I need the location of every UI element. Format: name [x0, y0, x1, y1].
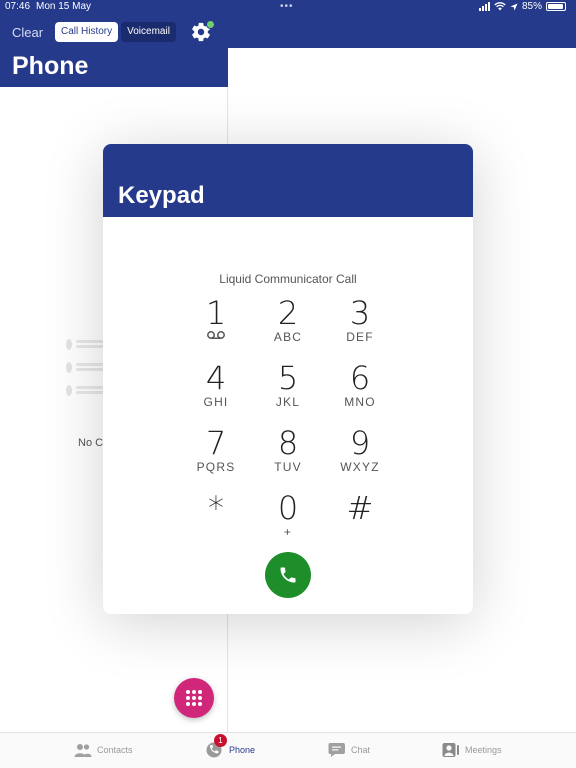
call-type-label: Liquid Communicator Call: [219, 272, 357, 286]
phone-notification-badge: 1: [214, 734, 227, 747]
wifi-icon: [494, 2, 506, 11]
multitasking-dots[interactable]: •••: [280, 1, 294, 12]
status-indicator-dot: [206, 20, 215, 29]
key-hash[interactable]: #: [324, 491, 396, 556]
status-bar-right: 85%: [478, 1, 566, 12]
key-5[interactable]: 5 JKL: [252, 361, 324, 426]
signal-icon: [478, 2, 490, 11]
voicemail-icon: [207, 331, 225, 339]
location-icon: [510, 3, 518, 10]
key-0[interactable]: 0 +: [252, 491, 324, 556]
phone-header: 07:46 Mon 15 May Clear Call History Voic…: [0, 0, 228, 87]
contacts-icon: [74, 744, 92, 757]
segment-call-history[interactable]: Call History: [55, 22, 119, 42]
tab-contacts[interactable]: Contacts: [74, 742, 133, 758]
status-date: Mon 15 May: [36, 1, 92, 12]
segment-voicemail[interactable]: Voicemail: [121, 22, 176, 42]
tab-meetings[interactable]: Meetings: [442, 742, 502, 758]
bottom-tab-bar: Contacts Phone Chat Meetings: [0, 732, 576, 768]
detail-header: ••• 85%: [228, 0, 576, 48]
tab-phone[interactable]: Phone: [206, 742, 255, 758]
battery-icon: [546, 2, 566, 11]
keypad-grid: 1 2 ABC 3 DEF 4 GHI 5 JKL 6 MNO 7 PQRS 8…: [180, 296, 396, 556]
phone-icon: [280, 567, 296, 583]
keypad-modal: Keypad Liquid Communicator Call 1 2 ABC …: [103, 144, 473, 614]
key-8[interactable]: 8 TUV: [252, 426, 324, 491]
clear-button[interactable]: Clear: [12, 25, 43, 40]
key-1[interactable]: 1: [180, 296, 252, 361]
meetings-icon: [442, 743, 459, 757]
key-7[interactable]: 7 PQRS: [180, 426, 252, 491]
key-6[interactable]: 6 MNO: [324, 361, 396, 426]
key-star[interactable]: *: [180, 491, 252, 556]
key-4[interactable]: 4 GHI: [180, 361, 252, 426]
keypad-header: Keypad: [103, 144, 473, 217]
status-time: 07:46: [5, 1, 31, 12]
history-segmented-control: Call History Voicemail: [55, 22, 176, 42]
keypad-title: Keypad: [118, 182, 205, 209]
battery-percent: 85%: [521, 1, 542, 12]
dialpad-icon: [186, 690, 202, 706]
page-title: Phone: [12, 52, 89, 80]
tab-chat[interactable]: Chat: [328, 742, 370, 758]
key-2[interactable]: 2 ABC: [252, 296, 324, 361]
call-button[interactable]: [265, 552, 311, 598]
key-3[interactable]: 3 DEF: [324, 296, 396, 361]
dialpad-fab[interactable]: [174, 678, 214, 718]
chat-icon: [328, 743, 345, 757]
key-9[interactable]: 9 WXYZ: [324, 426, 396, 491]
